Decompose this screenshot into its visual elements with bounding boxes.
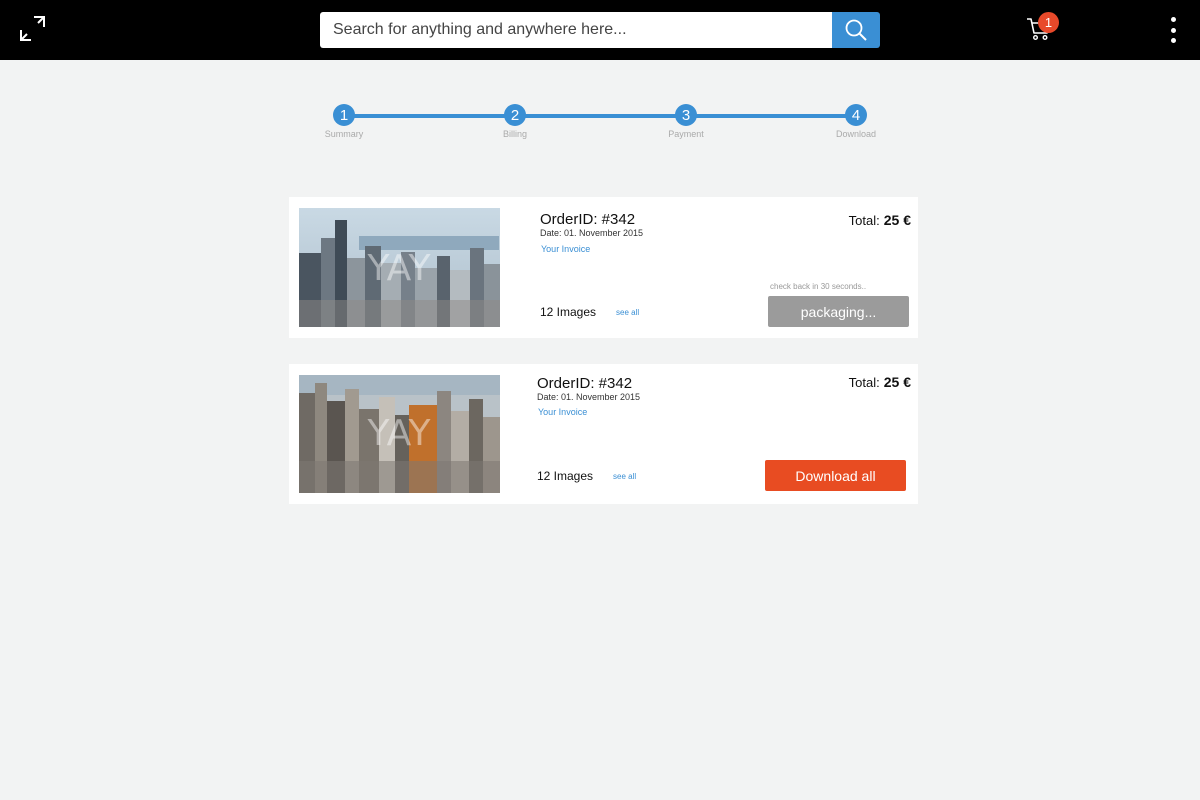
step-number: 3 bbox=[675, 104, 697, 126]
order-date: Date: 01. November 2015 bbox=[537, 392, 641, 402]
invoice-link[interactable]: Your Invoice bbox=[538, 407, 587, 417]
search-bar bbox=[320, 12, 880, 48]
step-payment[interactable]: 3 Payment bbox=[646, 104, 726, 139]
step-label: Summary bbox=[324, 129, 364, 139]
checkout-stepper: 1 Summary 2 Billing 3 Payment 4 Download bbox=[300, 100, 900, 150]
search-input[interactable] bbox=[320, 12, 832, 48]
step-number: 1 bbox=[333, 104, 355, 126]
download-all-button[interactable]: Download all bbox=[765, 460, 906, 491]
step-number: 4 bbox=[845, 104, 867, 126]
expand-icon[interactable] bbox=[18, 14, 48, 44]
total-label: Total: bbox=[848, 213, 880, 228]
invoice-link[interactable]: Your Invoice bbox=[541, 244, 590, 254]
order-id: OrderID: #342 bbox=[540, 211, 636, 228]
step-number: 2 bbox=[504, 104, 526, 126]
total-value: 25 € bbox=[883, 212, 911, 228]
status-hint: check back in 30 seconds.. bbox=[770, 282, 867, 291]
total-value: 25 € bbox=[883, 374, 911, 390]
order-card: YAY OrderID: #342 Date: 01. November 201… bbox=[289, 197, 918, 338]
see-all-link[interactable]: see all bbox=[616, 308, 639, 317]
step-label: Download bbox=[835, 129, 877, 139]
order-date: Date: 01. November 2015 bbox=[540, 228, 644, 238]
see-all-link[interactable]: see all bbox=[613, 472, 636, 481]
top-bar: 1 bbox=[0, 0, 1200, 60]
step-label: Payment bbox=[668, 129, 704, 139]
order-thumbnail[interactable]: YAY bbox=[299, 208, 500, 327]
step-billing[interactable]: 2 Billing bbox=[475, 104, 555, 139]
image-count: 12 Images bbox=[537, 469, 594, 483]
stepper-line bbox=[344, 114, 856, 118]
more-vertical-icon[interactable] bbox=[1163, 15, 1183, 45]
search-button[interactable] bbox=[832, 12, 880, 48]
order-total: Total: 25 € bbox=[849, 374, 911, 390]
order-id: OrderID: #342 bbox=[537, 375, 633, 392]
step-label: Billing bbox=[502, 129, 527, 139]
search-icon bbox=[845, 19, 867, 41]
step-summary[interactable]: 1 Summary bbox=[304, 104, 384, 139]
packaging-button: packaging... bbox=[768, 296, 909, 327]
order-total: Total: 25 € bbox=[849, 212, 911, 228]
watermark-text: YAY bbox=[366, 413, 431, 454]
image-count: 12 Images bbox=[540, 305, 597, 319]
order-card: YAY OrderID: #342 Date: 01. November 201… bbox=[289, 364, 918, 504]
watermark-text: YAY bbox=[366, 248, 431, 289]
step-download[interactable]: 4 Download bbox=[816, 104, 896, 139]
order-thumbnail[interactable]: YAY bbox=[299, 375, 500, 493]
total-label: Total: bbox=[848, 375, 880, 390]
cart-count-badge: 1 bbox=[1038, 12, 1059, 33]
